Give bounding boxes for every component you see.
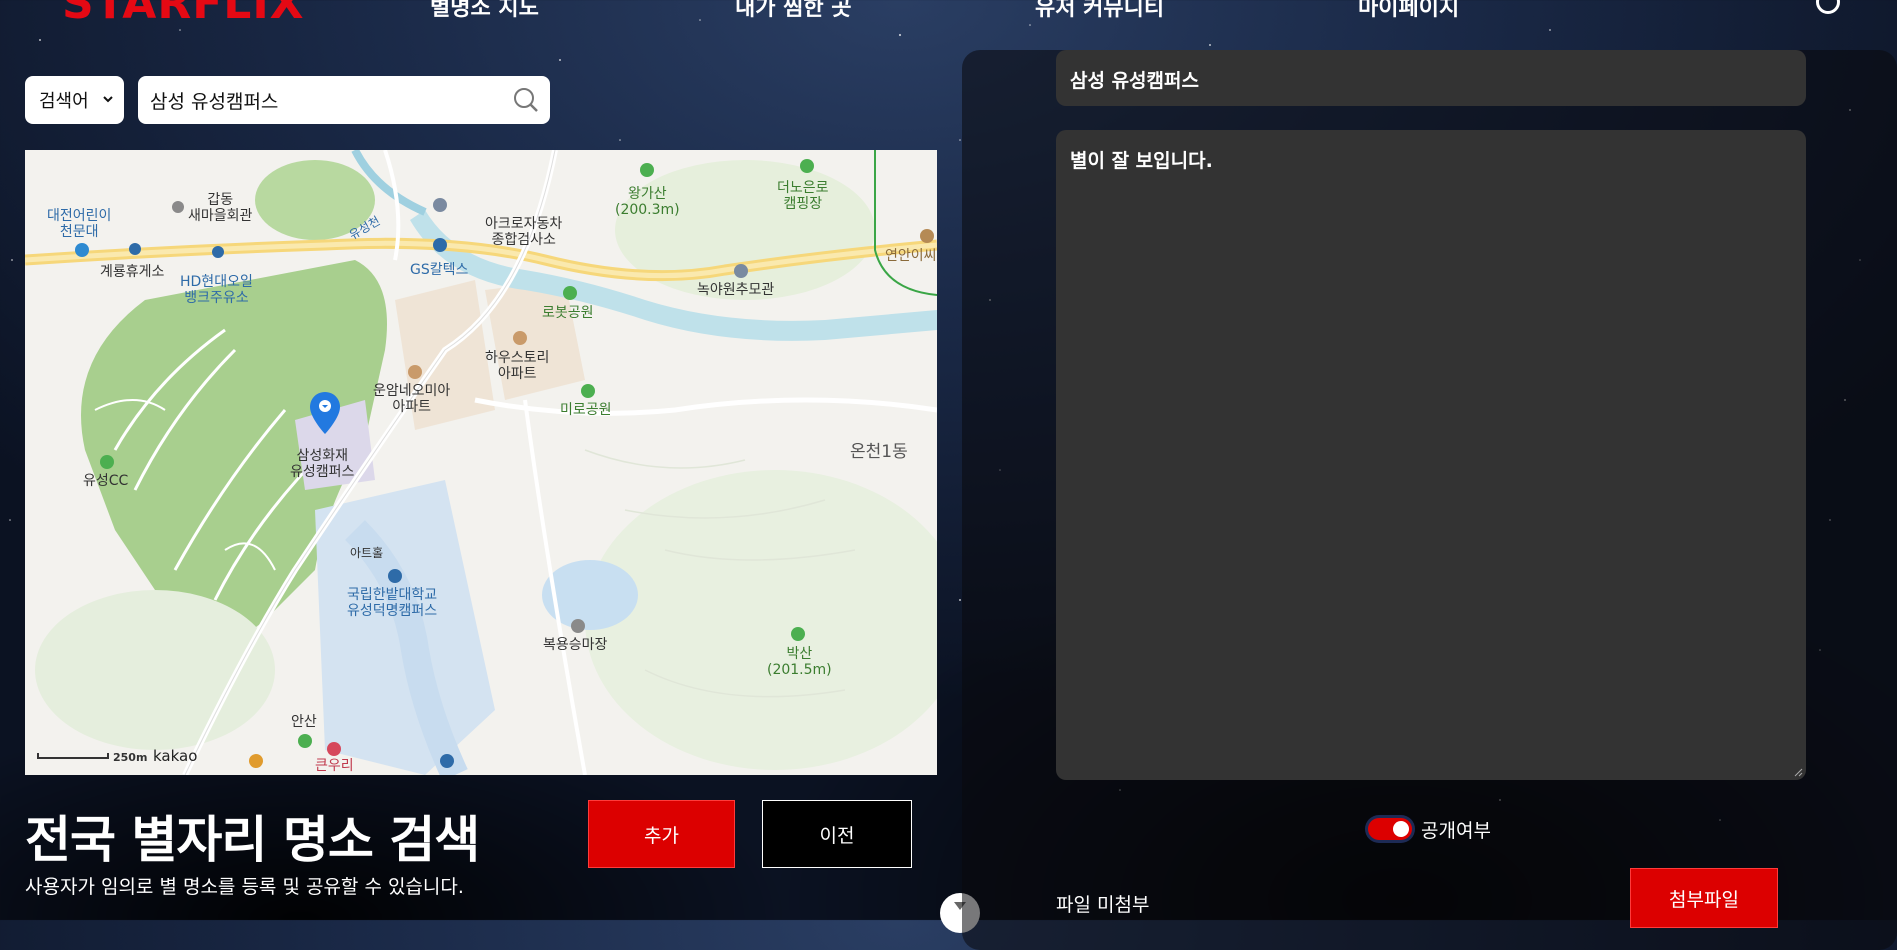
map-label-robot: 로봇공원 bbox=[542, 305, 594, 321]
location-pin-icon[interactable] bbox=[308, 390, 342, 440]
public-toggle[interactable] bbox=[1368, 818, 1412, 840]
map-base bbox=[25, 150, 937, 775]
content-textarea[interactable]: 별이 잘 보입니다. bbox=[1056, 130, 1806, 780]
map-label-unam: 운암네오미아 아파트 bbox=[373, 383, 451, 415]
attach-file-button[interactable]: 첨부파일 bbox=[1630, 868, 1778, 928]
public-label: 공개여부 bbox=[1421, 820, 1491, 842]
starflix-logo[interactable]: STARFLIX bbox=[62, 0, 305, 29]
resize-handle-icon[interactable] bbox=[1793, 767, 1803, 777]
search-type-value: 검색어 bbox=[39, 91, 89, 112]
map-label-yeonan: 연안이씨 bbox=[885, 248, 937, 264]
map-label-yuseongcc: 유성CC bbox=[83, 473, 129, 489]
map-label-acro: 아크로자동차 종합검사소 bbox=[485, 216, 563, 248]
chevron-down-icon bbox=[103, 96, 113, 103]
map-label-bokyong: 복용승마장 bbox=[543, 637, 608, 653]
prev-button[interactable]: 이전 bbox=[762, 800, 912, 868]
map-label-samsung: 삼성화재 유성캠퍼스 bbox=[290, 448, 355, 480]
map-label-noya: 녹야원추모관 bbox=[697, 282, 775, 298]
map-view[interactable]: 갑동 새마을회관 대전어린이 천문대 계룡휴게소 HD현대오일 뱅크주유소 유성천 G… bbox=[25, 150, 937, 775]
map-scale-label: 250m bbox=[113, 751, 148, 764]
map-label-house: 하우스토리 아파트 bbox=[485, 350, 550, 382]
map-label-wanggasan: 왕가산 (200.3m) bbox=[615, 186, 680, 218]
nav-star-map[interactable]: 별명소 지도 bbox=[430, 0, 539, 22]
title-field[interactable]: 삼성 유성캠퍼스 bbox=[1056, 50, 1806, 106]
page-title: 전국 별자리 명소 검색 bbox=[25, 811, 480, 869]
map-label-miro: 미로공원 bbox=[560, 402, 612, 418]
nav-mypage[interactable]: 마이페이지 bbox=[1358, 0, 1459, 22]
content-text: 별이 잘 보입니다. bbox=[1070, 150, 1213, 172]
map-label-childpark: 대전어린이 천문대 bbox=[47, 208, 112, 240]
add-button[interactable]: 추가 bbox=[588, 800, 735, 868]
map-scale-bar bbox=[37, 753, 109, 759]
map-label-rest: 계룡휴게소 bbox=[100, 264, 165, 280]
map-label-keuri: 큰우리 bbox=[315, 758, 354, 774]
map-brand-label: kakao bbox=[153, 747, 198, 765]
map-label-oncheon: 온천1동 bbox=[850, 442, 908, 462]
search-query: 삼성 유성캠퍼스 bbox=[150, 90, 279, 113]
map-label-hd: HD현대오일 뱅크주유소 bbox=[180, 274, 253, 306]
search-type-select[interactable]: 검색어 bbox=[25, 76, 124, 124]
map-label-ansan: 안산 bbox=[291, 714, 317, 730]
nav-favorites[interactable]: 내가 찜한 곳 bbox=[735, 0, 852, 22]
search-input[interactable]: 삼성 유성캠퍼스 bbox=[138, 76, 550, 124]
toggle-knob bbox=[1393, 821, 1409, 837]
map-label-camping: 더노은로 캠핑장 bbox=[777, 180, 829, 212]
map-label-hanbat: 국립한밭대학교 유성덕명캠퍼스 bbox=[347, 587, 438, 619]
map-label-art: 아트홀 bbox=[350, 546, 384, 560]
map-label-baksan: 박산 (201.5m) bbox=[767, 646, 832, 678]
file-status: 파일 미첨부 bbox=[1056, 894, 1150, 916]
map-label-gapdong: 갑동 새마을회관 bbox=[188, 192, 253, 224]
nav-community[interactable]: 유저 커뮤니티 bbox=[1035, 0, 1164, 22]
search-icon[interactable] bbox=[512, 86, 540, 114]
page-subtitle: 사용자가 임의로 별 명소를 등록 및 공유할 수 있습니다. bbox=[25, 876, 464, 898]
user-icon[interactable] bbox=[1816, 0, 1840, 14]
map-label-gs: GS칼텍스 bbox=[410, 262, 469, 278]
